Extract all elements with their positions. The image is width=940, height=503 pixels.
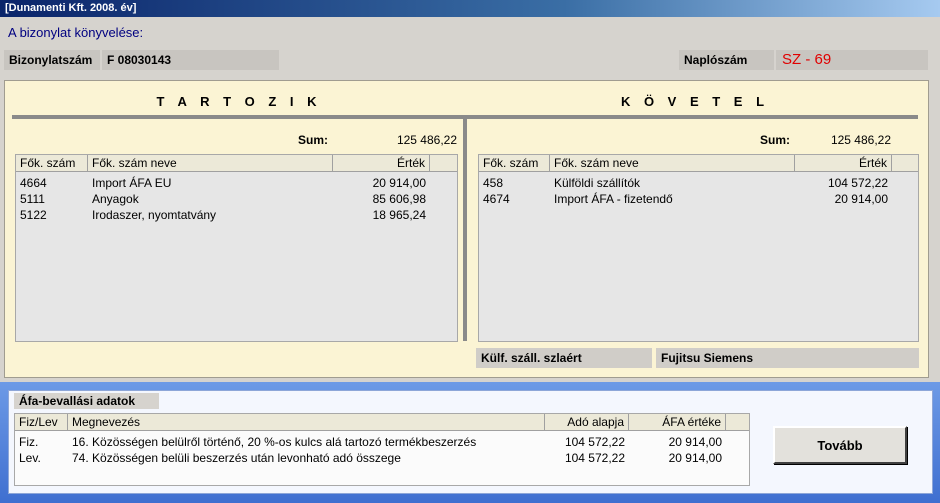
- next-button[interactable]: Tovább: [773, 426, 907, 464]
- vat-description: 74. Közösségen belüli beszerzés után lev…: [72, 451, 401, 465]
- column-header[interactable]: Megnevezés: [68, 414, 545, 430]
- column-header[interactable]: Adó alapja: [545, 414, 629, 430]
- account-value: 20 914,00: [834, 192, 888, 206]
- table-row[interactable]: 5111 Anyagok 85 606,98: [16, 192, 457, 207]
- account-name: Irodaszer, nyomtatvány: [92, 208, 217, 222]
- vat-type: Fiz.: [19, 435, 39, 449]
- table-row[interactable]: 4674 Import ÁFA - fizetendő 20 914,00: [479, 192, 918, 207]
- debit-title: T A R T O Z I K: [156, 94, 322, 109]
- column-header[interactable]: Érték: [795, 155, 892, 171]
- debit-sum-label: Sum:: [298, 133, 328, 147]
- account-name: Anyagok: [92, 192, 139, 206]
- journal-number-field[interactable]: SZ - 69: [776, 50, 928, 70]
- vat-base: 104 572,22: [564, 435, 625, 449]
- column-header[interactable]: ÁFA értéke: [629, 414, 726, 430]
- page-heading: A bizonylat könyvelése:: [8, 25, 144, 40]
- vat-base: 104 572,22: [564, 451, 625, 465]
- supplier-field[interactable]: Fujitsu Siemens: [656, 348, 919, 368]
- account-code: 5111: [20, 192, 45, 206]
- table-row[interactable]: Lev. 74. Közösségen belüli beszerzés utá…: [15, 451, 749, 466]
- table-row[interactable]: 4664 Import ÁFA EU 20 914,00: [16, 176, 457, 191]
- account-value: 104 572,22: [827, 176, 888, 190]
- account-name: Import ÁFA - fizetendő: [554, 192, 673, 206]
- account-name: Külföldi szállítók: [554, 176, 641, 190]
- supplier-label: Külf. száll. szlaért: [476, 348, 652, 368]
- account-name: Import ÁFA EU: [92, 176, 172, 190]
- doc-number-field[interactable]: F 08030143: [102, 50, 279, 70]
- column-header[interactable]: Érték: [333, 155, 430, 171]
- account-value: 85 606,98: [372, 192, 426, 206]
- column-header[interactable]: Fiz/Lev: [15, 414, 68, 430]
- vat-amount: 20 914,00: [668, 451, 722, 465]
- vat-title: Áfa-bevallási adatok: [14, 393, 159, 409]
- column-header[interactable]: Fők. szám: [16, 155, 88, 171]
- vat-amount: 20 914,00: [668, 435, 722, 449]
- table-header: Fiz/Lev Megnevezés Adó alapja ÁFA értéke: [15, 414, 749, 431]
- table-row[interactable]: 5122 Irodaszer, nyomtatvány 18 965,24: [16, 208, 457, 223]
- credit-sum-label: Sum:: [760, 133, 790, 147]
- debit-sum-value: 125 486,22: [396, 133, 457, 147]
- window-title: [Dunamenti Kft. 2008. év]: [0, 0, 940, 17]
- credit-sum-value: 125 486,22: [830, 133, 891, 147]
- column-header[interactable]: Fők. szám neve: [550, 155, 795, 171]
- table-row[interactable]: Fiz. 16. Közösségen belülről történő, 20…: [15, 435, 749, 450]
- table-row[interactable]: 458 Külföldi szállítók 104 572,22: [479, 176, 918, 191]
- account-code: 458: [483, 176, 504, 190]
- credit-title: K Ö V E T E L: [620, 94, 770, 109]
- vat-type: Lev.: [19, 451, 41, 465]
- account-value: 18 965,24: [372, 208, 426, 222]
- doc-number-label: Bizonylatszám: [4, 50, 100, 70]
- column-header[interactable]: Fők. szám neve: [88, 155, 333, 171]
- table-header: Fők. szám Fők. szám neve Érték: [16, 155, 457, 172]
- journal-number-label: Naplószám: [679, 50, 774, 70]
- account-code: 5122: [20, 208, 47, 222]
- vat-table[interactable]: Fiz/Lev Megnevezés Adó alapja ÁFA értéke…: [14, 413, 750, 486]
- table-header: Fők. szám Fők. szám neve Érték: [479, 155, 918, 172]
- column-divider: [463, 119, 467, 341]
- account-value: 20 914,00: [372, 176, 426, 190]
- account-code: 4674: [483, 192, 510, 206]
- debit-accounts-table[interactable]: Fők. szám Fők. szám neve Érték 4664 Impo…: [15, 154, 458, 342]
- account-code: 4664: [20, 176, 47, 190]
- column-header[interactable]: Fők. szám: [479, 155, 550, 171]
- vat-description: 16. Közösségen belülről történő, 20 %-os…: [72, 435, 477, 449]
- credit-accounts-table[interactable]: Fők. szám Fők. szám neve Érték 458 Külfö…: [478, 154, 919, 342]
